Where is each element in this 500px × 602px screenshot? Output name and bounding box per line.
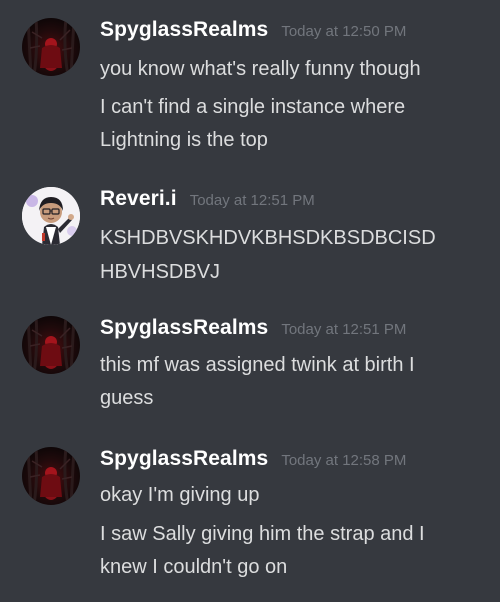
username[interactable]: SpyglassRealms	[100, 316, 268, 340]
message-text: knew I couldn't go on	[100, 556, 288, 578]
message-header: SpyglassRealms Today at 12:58 PM	[100, 447, 406, 479]
username[interactable]: SpyglassRealms	[100, 447, 268, 471]
message-text: guess	[100, 387, 154, 409]
dark-red-forest-avatar-icon[interactable]	[22, 18, 80, 76]
chibi-character-avatar-icon[interactable]	[22, 187, 80, 245]
message-text: okay I'm giving up	[100, 484, 260, 506]
username[interactable]: Reveri.i	[100, 187, 177, 211]
message-text: this mf was assigned twink at birth I	[100, 354, 415, 376]
timestamp[interactable]: Today at 12:51 PM	[281, 321, 406, 338]
message-text: you know what's really funny though	[100, 58, 421, 80]
username[interactable]: SpyglassRealms	[100, 18, 268, 42]
dark-red-forest-avatar-icon[interactable]	[22, 447, 80, 505]
timestamp[interactable]: Today at 12:50 PM	[281, 23, 406, 40]
timestamp[interactable]: Today at 12:58 PM	[281, 452, 406, 469]
message-text: HBVHSDBVJ	[100, 261, 221, 283]
dark-red-forest-avatar-icon[interactable]	[22, 316, 80, 374]
message-text: I can't find a single instance where	[100, 96, 406, 118]
message-header: Reveri.i Today at 12:51 PM	[100, 187, 315, 219]
timestamp[interactable]: Today at 12:51 PM	[190, 192, 315, 209]
message-text: KSHDBVSKHDVKBHSDKBSDBCISD	[100, 227, 436, 249]
message-text: Lightning is the top	[100, 129, 268, 151]
chat-message-list: SpyglassRealms Today at 12:50 PM you kno…	[0, 0, 500, 602]
message-header: SpyglassRealms Today at 12:51 PM	[100, 316, 406, 348]
message-text: I saw Sally giving him the strap and I	[100, 523, 425, 545]
message-header: SpyglassRealms Today at 12:50 PM	[100, 18, 406, 50]
